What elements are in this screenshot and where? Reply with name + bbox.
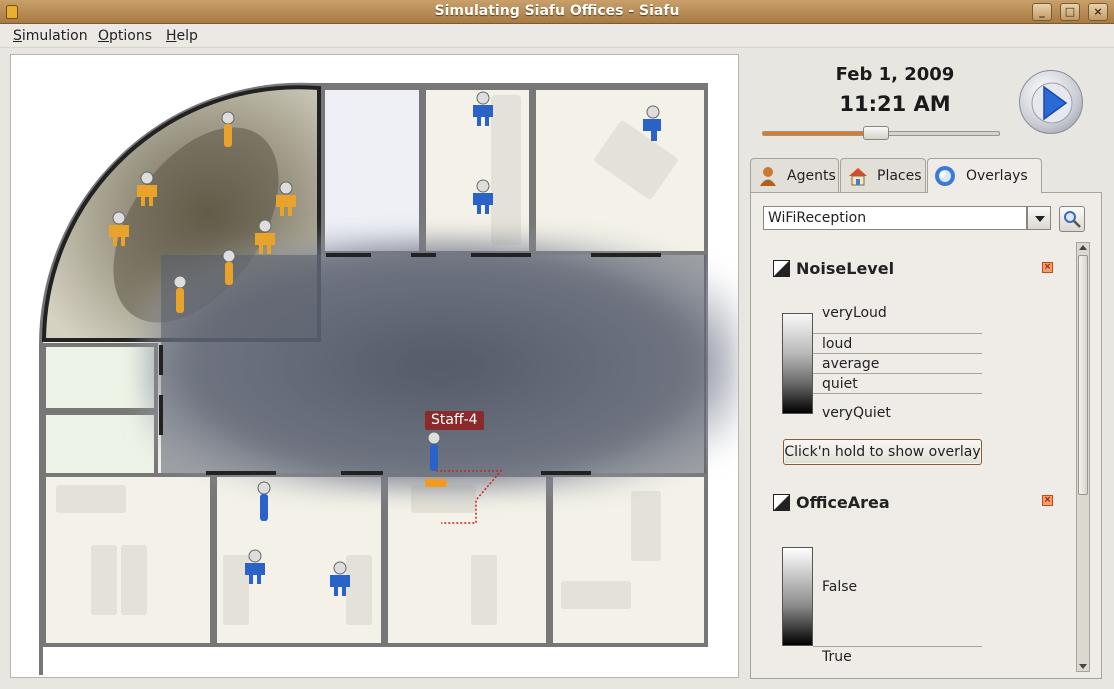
scrollbar-thumb[interactable] (1078, 255, 1088, 495)
legend-divider (813, 646, 982, 647)
noise-legend-bar (782, 313, 813, 414)
window-title: Simulating Siafu Offices - Siafu (434, 3, 680, 19)
room-left-2 (42, 411, 158, 477)
play-button[interactable] (1019, 70, 1083, 134)
tab-overlays[interactable]: Overlays (927, 158, 1042, 193)
menu-options-mnemonic: O (98, 28, 110, 44)
sim-date: Feb 1, 2009 (835, 64, 955, 85)
control-panel: Feb 1, 2009 11:21 AM Agents Places Overl… (740, 54, 1114, 689)
menu-options[interactable]: Options (98, 28, 152, 44)
legend-label: veryLoud (822, 305, 887, 321)
menu-help[interactable]: Help (166, 28, 198, 44)
legend-label: quiet (822, 376, 858, 392)
tab-agents-label: Agents (787, 168, 836, 184)
overlay-selector[interactable]: WiFiReception (763, 206, 1027, 230)
show-overlay-button[interactable]: Click'n hold to show overlay (783, 439, 982, 465)
maximize-icon[interactable]: □ (1060, 3, 1080, 21)
floor-plan (11, 55, 738, 677)
overlay-type-icon (773, 494, 790, 511)
selected-agent-label: Staff-4 (425, 411, 484, 430)
menu-help-mnemonic: H (166, 28, 177, 44)
staff-marker (425, 479, 447, 487)
speed-slider-thumb[interactable] (863, 126, 889, 140)
tab-agents[interactable]: Agents (750, 158, 839, 192)
tab-overlays-label: Overlays (966, 168, 1028, 184)
legend-label: loud (822, 336, 853, 352)
legend-label: False (822, 579, 858, 595)
legend-label: veryQuiet (822, 405, 891, 421)
house-icon (849, 168, 867, 186)
menu-options-rest: ptions (109, 28, 153, 44)
tab-places[interactable]: Places (840, 158, 926, 192)
legend-divider (813, 333, 982, 334)
minimize-icon[interactable]: _ (1032, 3, 1052, 21)
close-icon[interactable]: × (1088, 3, 1108, 21)
room-bottom-4 (549, 473, 708, 647)
menu-simulation-rest: imulation (21, 28, 88, 44)
close-icon[interactable]: × (1042, 495, 1053, 506)
overlay-officearea-title: OfficeArea (796, 493, 890, 512)
play-icon (1031, 82, 1073, 124)
globe-icon (935, 166, 955, 186)
overlay-type-icon (773, 260, 790, 277)
menu-help-rest: elp (176, 28, 198, 44)
room-top-1 (321, 86, 423, 255)
legend-divider (813, 393, 982, 394)
simulation-map[interactable]: Staff-4 (10, 54, 739, 678)
room-left-1 (42, 343, 158, 412)
desk-1 (491, 95, 521, 245)
overlay-scrollbar[interactable] (1076, 242, 1090, 672)
tab-places-label: Places (877, 168, 922, 184)
menu-simulation[interactable]: Simulation (13, 28, 88, 44)
menu-bar: Simulation Options Help (0, 24, 1114, 48)
search-icon (1064, 211, 1081, 228)
scroll-up-icon[interactable] (1079, 245, 1087, 250)
title-bar: Simulating Siafu Offices - Siafu _ □ × (0, 0, 1114, 24)
menu-simulation-mnemonic: S (13, 28, 22, 44)
officearea-legend-bar (782, 547, 813, 646)
scroll-down-icon[interactable] (1079, 664, 1087, 669)
legend-divider (813, 373, 982, 374)
legend-label: average (822, 356, 880, 372)
search-button[interactable] (1059, 206, 1085, 232)
sim-time: 11:21 AM (839, 92, 951, 116)
legend-label: True (822, 649, 852, 665)
legend-divider (813, 353, 982, 354)
close-icon[interactable]: × (1042, 262, 1053, 273)
chevron-down-icon[interactable] (1027, 206, 1051, 230)
overlay-noiselevel-title: NoiseLevel (796, 259, 895, 278)
speed-slider-fill (763, 132, 877, 135)
agent-icon (760, 167, 776, 186)
